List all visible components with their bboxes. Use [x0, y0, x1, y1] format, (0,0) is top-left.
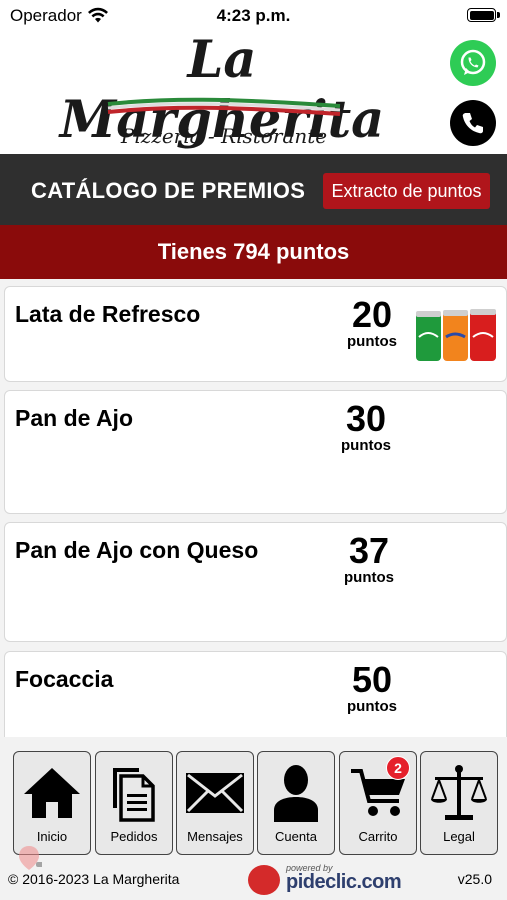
envelope-icon	[177, 760, 253, 826]
italian-flag-ribbon-icon	[107, 97, 341, 116]
status-time: 4:23 p.m.	[216, 6, 291, 25]
phone-icon	[462, 113, 483, 134]
nav-inicio-button[interactable]: Inicio	[13, 751, 91, 855]
nav-mensajes-button[interactable]: Mensajes	[176, 751, 254, 855]
reward-points-value: 20	[351, 294, 393, 335]
points-balance-banner: Tienes 794 puntos	[0, 225, 507, 279]
reward-points-unit: puntos	[347, 698, 397, 715]
reward-points: 37 puntos	[334, 530, 404, 587]
reward-points-unit: puntos	[341, 437, 391, 454]
user-icon	[258, 760, 334, 826]
logo-subtitle: Pizzeria - Ristorante	[120, 124, 328, 148]
battery-icon	[467, 8, 496, 22]
reward-points: 20 puntos	[337, 294, 407, 351]
location-pin-icon	[19, 846, 42, 870]
nav-legal-button[interactable]: Legal	[420, 751, 498, 855]
reward-points-value: 30	[345, 398, 387, 439]
soda-cans-image	[416, 309, 496, 361]
nav-label: Inicio	[36, 829, 68, 844]
nav-carrito-button[interactable]: 2 Carrito	[339, 751, 417, 855]
whatsapp-button[interactable]	[450, 40, 496, 86]
app-header: La Margherita Pizzeria - Ristorante	[0, 30, 507, 154]
nav-label: Cuenta	[275, 829, 317, 844]
copyright-text: © 2016-2023 La Margherita	[8, 871, 180, 887]
nav-label: Pedidos	[110, 829, 158, 844]
points-statement-button[interactable]: Extracto de puntos	[323, 173, 490, 209]
rewards-list[interactable]: Lata de Refresco 20 puntos Pan de Ajo 30…	[0, 279, 507, 737]
reward-points-unit: puntos	[344, 569, 394, 586]
brand-name: pideclic.com	[286, 871, 402, 893]
battery-cap	[497, 12, 500, 18]
reward-item-pan-de-ajo-con-queso[interactable]: Pan de Ajo con Queso 37 puntos	[4, 522, 507, 642]
reward-points-value: 50	[351, 659, 393, 700]
reward-points-value: 37	[348, 530, 390, 571]
status-bar: Operador 4:23 p.m.	[0, 0, 507, 30]
nav-pedidos-button[interactable]: Pedidos	[95, 751, 173, 855]
nav-label: Legal	[443, 829, 475, 844]
reward-item-focaccia[interactable]: Focaccia 50 puntos	[4, 651, 507, 737]
app-version: v25.0	[457, 871, 492, 887]
cart-count-badge: 2	[386, 756, 410, 780]
nav-cuenta-button[interactable]: Cuenta	[257, 751, 335, 855]
scales-icon	[421, 760, 497, 826]
reward-name: Focaccia	[15, 666, 114, 692]
reward-name: Pan de Ajo	[15, 405, 133, 431]
nav-label: Carrito	[358, 829, 398, 844]
catalog-title: CATÁLOGO DE PREMIOS	[31, 178, 306, 203]
pideclic-brand-link[interactable]: powered by pideclic.com	[248, 861, 402, 897]
nav-label: Mensajes	[187, 829, 243, 844]
catalog-bar: CATÁLOGO DE PREMIOS Extracto de puntos	[0, 154, 507, 225]
bottom-area: Inicio Pedidos Mensajes Cuenta 2 Carrito…	[0, 737, 507, 900]
documents-icon	[96, 760, 172, 826]
reward-name: Lata de Refresco	[15, 301, 201, 327]
whatsapp-icon	[460, 49, 486, 75]
reward-points: 30 puntos	[331, 398, 401, 455]
reward-name: Pan de Ajo con Queso	[15, 537, 259, 563]
pideclic-logo-icon	[248, 865, 280, 895]
reward-points-unit: puntos	[347, 333, 397, 350]
call-button[interactable]	[450, 100, 496, 146]
reward-points: 50 puntos	[337, 659, 407, 716]
reward-item-pan-de-ajo[interactable]: Pan de Ajo 30 puntos	[4, 390, 507, 514]
home-icon	[14, 760, 90, 826]
reward-item-lata-de-refresco[interactable]: Lata de Refresco 20 puntos	[4, 286, 507, 382]
